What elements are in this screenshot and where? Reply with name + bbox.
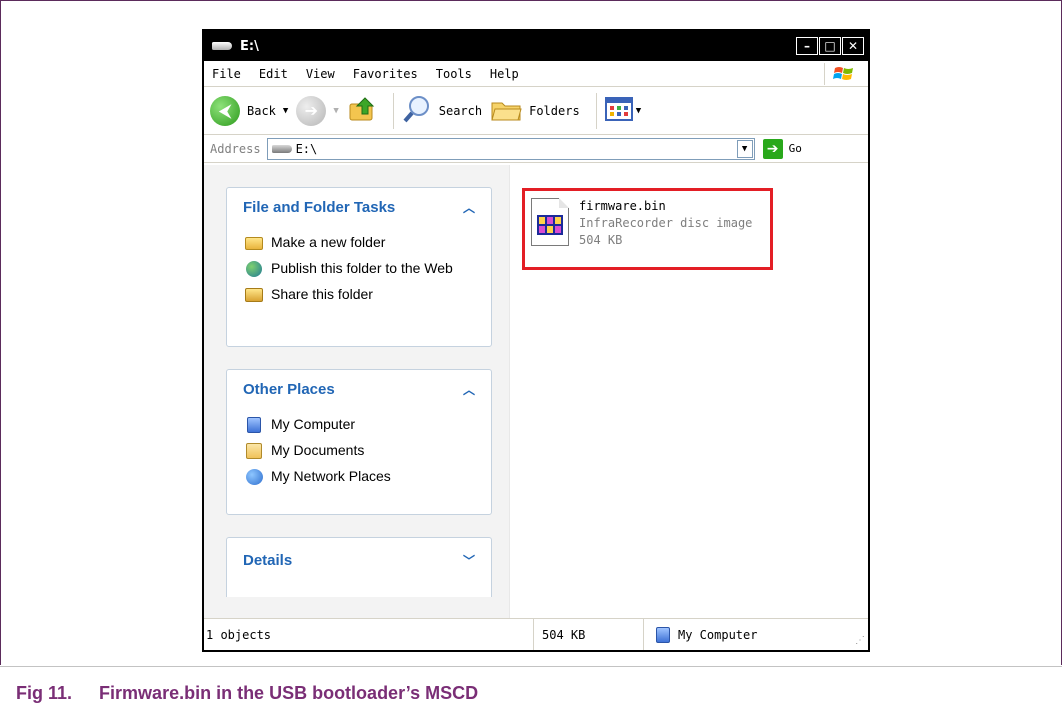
forward-dropdown-icon[interactable]: ▼ — [333, 106, 338, 116]
file-folder-tasks-panel: File and Folder Tasks ︿ Make a new folde… — [226, 187, 492, 347]
go-arrow-icon: ➔ — [762, 138, 783, 159]
task-label: Share this folder — [271, 286, 373, 302]
panel-body: Make a new folder Publish this folder to… — [227, 226, 491, 322]
file-size: 504 KB — [579, 233, 623, 247]
menu-tools[interactable]: Tools — [436, 67, 472, 81]
views-icon — [604, 97, 633, 124]
file-item[interactable]: firmware.bin InfraRecorder disc image 50… — [522, 188, 773, 270]
file-details: firmware.bin InfraRecorder disc image 50… — [579, 198, 752, 267]
back-dropdown-icon[interactable]: ▼ — [283, 106, 288, 116]
disc-image-file-icon — [531, 198, 569, 246]
my-computer-icon — [656, 626, 670, 643]
place-label: My Network Places — [271, 468, 391, 484]
menu-favorites[interactable]: Favorites — [353, 67, 418, 81]
new-folder-icon — [243, 234, 265, 252]
up-folder-icon — [347, 94, 377, 127]
drive-icon — [271, 144, 292, 154]
folders-icon — [490, 95, 522, 126]
back-arrow-icon: ⮜ — [210, 95, 240, 126]
publish-web-icon — [243, 260, 265, 278]
up-folder-button[interactable] — [347, 94, 377, 127]
expand-chevron-icon[interactable]: ﹀ — [463, 552, 475, 569]
details-panel: Details ﹀ — [226, 537, 492, 597]
window-controls: – □ ✕ — [795, 37, 864, 55]
drive-icon — [212, 41, 234, 51]
address-dropdown-icon[interactable]: ▼ — [736, 139, 753, 158]
go-button[interactable]: ➔ Go — [762, 138, 802, 159]
status-size: 504 KB — [534, 619, 644, 650]
file-list: firmware.bin InfraRecorder disc image 50… — [510, 165, 868, 619]
views-button[interactable]: ▼ — [604, 97, 641, 124]
panel-body: My Computer My Documents My Network Plac… — [227, 408, 491, 504]
figure-number: Fig 11. — [16, 683, 73, 703]
go-label: Go — [788, 142, 802, 155]
folders-button[interactable]: Folders — [490, 95, 580, 126]
folders-label: Folders — [529, 103, 580, 118]
address-bar: Address E:\ ▼ ➔ Go — [204, 135, 868, 163]
forward-arrow-icon: ➔ — [296, 95, 327, 126]
figure-caption: Fig 11. Firmware.bin in the USB bootload… — [0, 666, 1062, 720]
toolbar-separator — [392, 92, 394, 129]
back-label: Back — [247, 103, 276, 118]
search-label: Search — [438, 103, 483, 118]
status-zone: My Computer — [644, 619, 868, 650]
back-button[interactable]: ⮜ Back ▼ — [210, 95, 288, 126]
close-button[interactable]: ✕ — [842, 37, 864, 55]
maximize-button[interactable]: □ — [819, 37, 841, 55]
task-pane: File and Folder Tasks ︿ Make a new folde… — [204, 165, 510, 619]
task-label: Make a new folder — [271, 234, 386, 250]
views-dropdown-icon[interactable]: ▼ — [636, 106, 641, 116]
place-label: My Documents — [271, 442, 365, 458]
forward-button[interactable]: ➔ ▼ — [296, 95, 339, 126]
address-value: E:\ — [295, 141, 318, 156]
menu-edit[interactable]: Edit — [259, 67, 288, 81]
explorer-window: E:\ – □ ✕ File Edit View Favorites Tools… — [202, 29, 870, 652]
search-icon — [402, 94, 432, 127]
place-my-network-places[interactable]: My Network Places — [243, 468, 475, 486]
figure-caption-text: Firmware.bin in the USB bootloader’s MSC… — [99, 683, 479, 703]
my-documents-icon — [243, 442, 265, 460]
minimize-button[interactable]: – — [796, 37, 818, 55]
figure-frame: E:\ – □ ✕ File Edit View Favorites Tools… — [0, 0, 1062, 665]
network-places-icon — [243, 468, 265, 486]
toolbar-separator — [595, 92, 597, 129]
task-publish-web[interactable]: Publish this folder to the Web — [243, 260, 475, 278]
file-name: firmware.bin — [579, 199, 666, 213]
task-label: Publish this folder to the Web — [271, 260, 453, 276]
title-bar[interactable]: E:\ – □ ✕ — [204, 31, 868, 61]
my-computer-icon — [243, 416, 265, 434]
menu-file[interactable]: File — [212, 67, 241, 81]
search-button[interactable]: Search — [402, 94, 482, 127]
address-input[interactable]: E:\ ▼ — [266, 137, 755, 160]
place-my-documents[interactable]: My Documents — [243, 442, 475, 460]
collapse-chevron-icon[interactable]: ︿ — [463, 381, 475, 398]
panel-header[interactable]: Other Places ︿ — [227, 370, 491, 408]
status-object-count: 1 objects — [204, 619, 534, 650]
toolbar: ⮜ Back ▼ ➔ ▼ Search Folders ▼ — [204, 87, 868, 135]
menu-help[interactable]: Help — [490, 67, 519, 81]
file-type: InfraRecorder disc image — [579, 216, 753, 230]
panel-header[interactable]: File and Folder Tasks ︿ — [227, 188, 491, 226]
status-zone-label: My Computer — [678, 627, 758, 642]
task-make-new-folder[interactable]: Make a new folder — [243, 234, 475, 252]
panel-title: Details — [243, 551, 293, 569]
share-folder-icon — [243, 286, 265, 304]
panel-title: File and Folder Tasks — [243, 198, 396, 216]
other-places-panel: Other Places ︿ My Computer My Documents — [226, 369, 492, 515]
status-bar: 1 objects 504 KB My Computer ⋰ — [204, 618, 868, 650]
windows-logo-icon — [824, 63, 862, 85]
content-area: File and Folder Tasks ︿ Make a new folde… — [204, 165, 868, 619]
panel-title: Other Places — [243, 380, 335, 398]
menu-bar: File Edit View Favorites Tools Help — [204, 61, 868, 87]
place-label: My Computer — [271, 416, 356, 432]
place-my-computer[interactable]: My Computer — [243, 416, 475, 434]
menu-view[interactable]: View — [306, 67, 335, 81]
address-label: Address — [210, 141, 261, 156]
window-title: E:\ — [240, 38, 259, 54]
panel-header[interactable]: Details ﹀ — [227, 540, 491, 580]
resize-grip-icon[interactable]: ⋰ — [855, 635, 865, 646]
task-share-folder[interactable]: Share this folder — [243, 286, 475, 304]
collapse-chevron-icon[interactable]: ︿ — [463, 199, 475, 216]
